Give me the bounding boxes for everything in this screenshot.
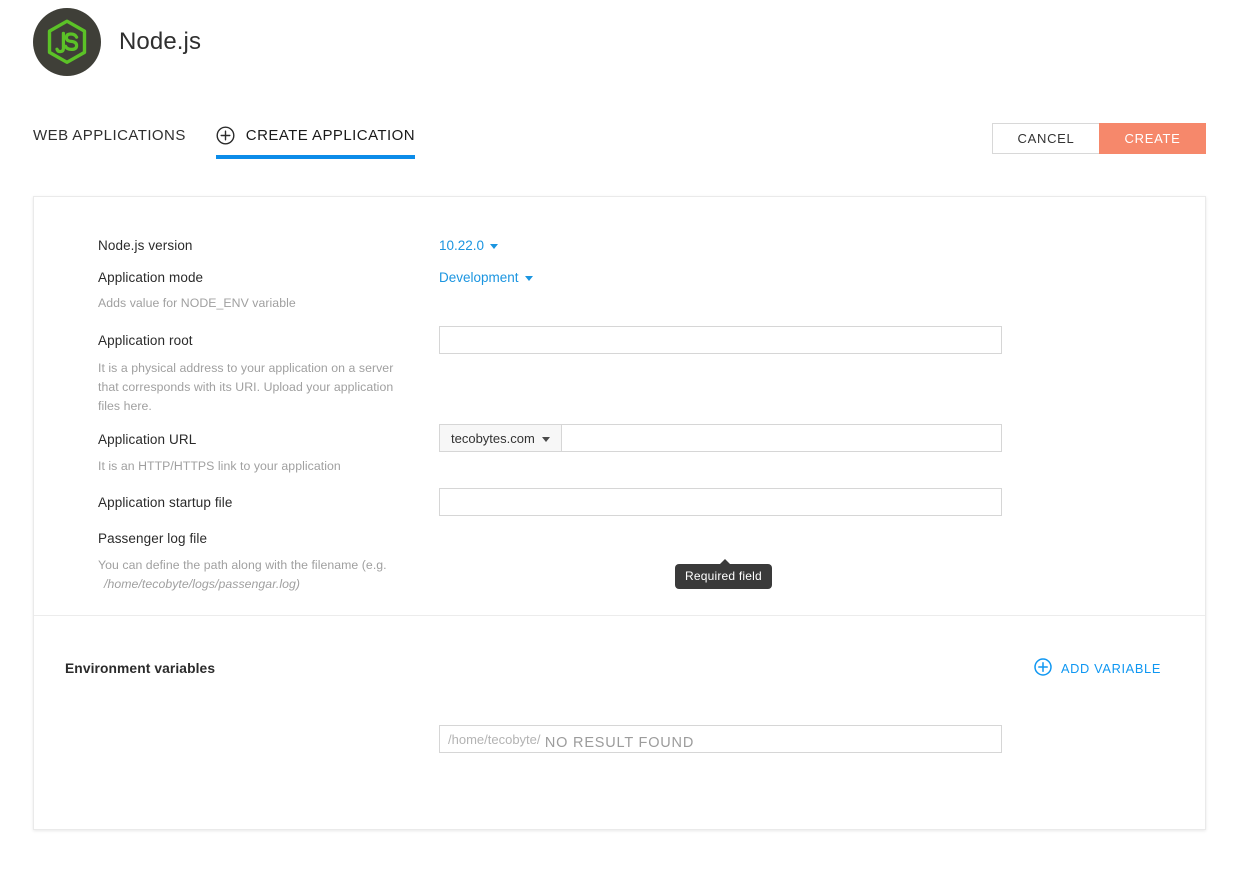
header-actions: CANCEL CREATE	[992, 118, 1206, 154]
required-field-tooltip: Required field	[675, 559, 772, 589]
domain-dropdown[interactable]: tecobytes.com	[439, 424, 561, 452]
field-app-url-label: Application URL It is an HTTP/HTTPS link…	[98, 431, 341, 476]
add-variable-label: ADD VARIABLE	[1060, 661, 1161, 676]
app-mode-dropdown[interactable]: Development	[439, 269, 533, 287]
app-url-input[interactable]	[560, 424, 1002, 452]
create-button[interactable]: CREATE	[1099, 123, 1206, 154]
chevron-down-icon	[490, 244, 499, 249]
add-variable-button[interactable]: ADD VARIABLE	[1034, 658, 1161, 679]
chevron-down-icon	[541, 436, 550, 442]
app-mode-hint: Adds value for NODE_ENV variable	[98, 296, 296, 310]
app-url-input-group: tecobytes.com	[439, 424, 1002, 452]
field-app-root-label: Application root It is a physical addres…	[98, 332, 398, 416]
field-app-mode-label: Application mode Adds value for NODE_ENV…	[98, 269, 296, 313]
plus-circle-icon	[1034, 658, 1052, 679]
application-form: Node.js version 10.22.0 Application mode…	[34, 197, 1205, 753]
startup-file-input[interactable]	[439, 488, 1002, 516]
field-node-version-label: Node.js version	[98, 238, 193, 253]
field-passenger-log-label: Passenger log file You can define the pa…	[98, 530, 403, 594]
tab-create-application-label: CREATE APPLICATION	[245, 127, 416, 144]
passenger-log-hint-path: /home/tecobyte/logs/passengar.log)	[104, 577, 301, 591]
environment-variables-section: Environment variables ADD VARIABLE NO RE…	[34, 616, 1205, 829]
passenger-log-hint: You can define the path along with the f…	[98, 556, 398, 594]
node-version-dropdown[interactable]: 10.22.0	[439, 237, 499, 255]
chevron-down-icon	[524, 276, 533, 281]
app-mode-value: Development	[439, 270, 519, 285]
environment-variables-title: Environment variables	[65, 661, 216, 676]
node-version-value: 10.22.0	[439, 238, 485, 253]
domain-value: tecobytes.com	[451, 430, 535, 446]
app-root-input[interactable]	[439, 326, 1002, 354]
create-application-card: Node.js version 10.22.0 Application mode…	[33, 196, 1206, 830]
no-result-message: NO RESULT FOUND	[544, 735, 695, 751]
tab-web-applications-label: WEB APPLICATIONS	[33, 127, 186, 144]
nodejs-logo-icon	[33, 8, 101, 76]
app-header: Node.js	[0, 0, 1235, 76]
tab-create-application[interactable]: CREATE APPLICATION	[215, 118, 416, 159]
environment-variables-header: Environment variables ADD VARIABLE	[34, 616, 1205, 679]
plus-circle-icon	[216, 126, 235, 145]
tab-web-applications[interactable]: WEB APPLICATIONS	[33, 119, 186, 158]
cancel-button[interactable]: CANCEL	[992, 123, 1099, 154]
app-url-hint: It is an HTTP/HTTPS link to your applica…	[98, 459, 341, 473]
app-root-hint: It is a physical address to your applica…	[98, 361, 394, 413]
page-title: Node.js	[119, 28, 202, 55]
tab-list: WEB APPLICATIONS CREATE APPLICATION	[33, 118, 416, 159]
tab-bar: WEB APPLICATIONS CREATE APPLICATION CANC…	[0, 118, 1235, 174]
field-startup-file-label: Application startup file	[98, 495, 233, 510]
